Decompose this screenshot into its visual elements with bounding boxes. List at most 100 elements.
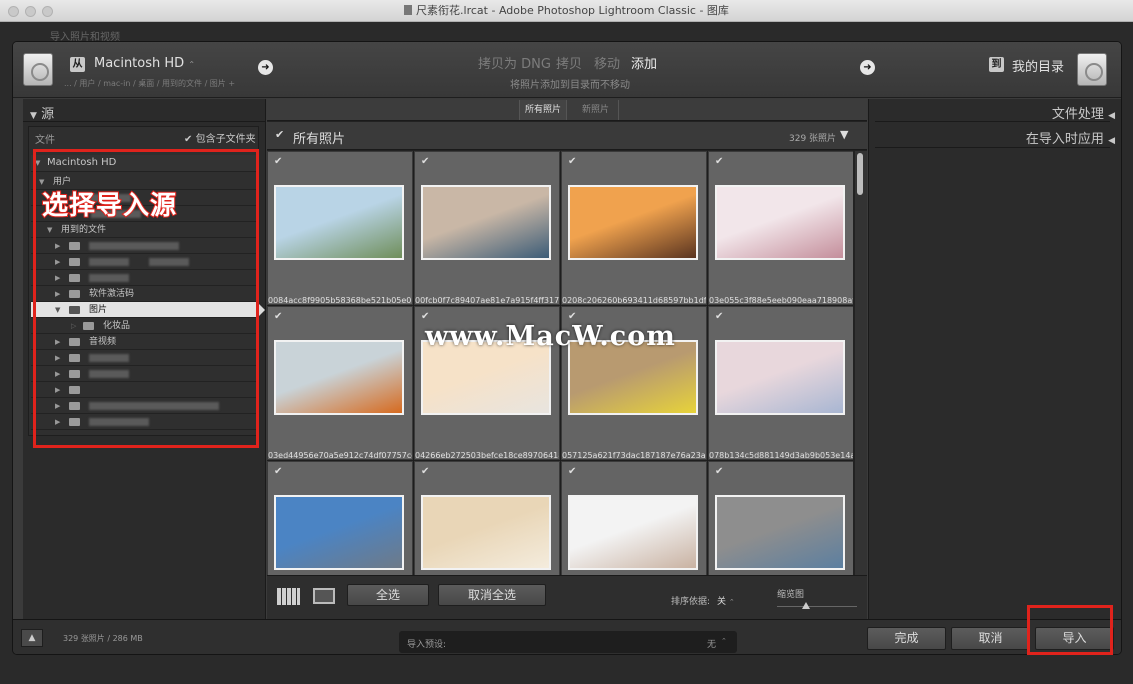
- close-window-button[interactable]: [8, 6, 19, 17]
- photo-filename: 057125a621f73dac187187e76a23a4e7.jpg: [562, 451, 706, 460]
- photo-thumbnail[interactable]: [421, 185, 551, 260]
- arrow-right-icon: ➜: [258, 60, 273, 75]
- grid-scrollbar-thumb[interactable]: [857, 153, 863, 195]
- deselect-all-button[interactable]: 取消全选: [438, 584, 546, 606]
- import-summary: 329 张照片 / 286 MB: [63, 634, 143, 643]
- source-drive-icon: [23, 53, 53, 86]
- photo-checkbox[interactable]: ✔: [568, 156, 576, 167]
- photo-thumbnail[interactable]: [274, 185, 404, 260]
- grid-scrollbar[interactable]: [855, 151, 867, 575]
- zoom-window-button[interactable]: [42, 6, 53, 17]
- photo-thumbnail[interactable]: [568, 495, 698, 570]
- import-footer: ▲ 329 张照片 / 286 MB 导入预设: 无 ⌃ 完成 取消 导入: [13, 619, 1121, 654]
- annotation-label: 选择导入源: [41, 190, 178, 222]
- photo-checkbox[interactable]: ✔: [421, 466, 429, 477]
- photo-thumbnail[interactable]: [421, 495, 551, 570]
- document-icon: [404, 5, 413, 15]
- mode-description: 将照片添加到目录而不移动: [510, 80, 630, 91]
- photo-thumbnail[interactable]: [715, 340, 845, 415]
- grid-view-icon[interactable]: [277, 588, 300, 605]
- photo-thumbnail[interactable]: [715, 495, 845, 570]
- grid-header: ✔ 所有照片 329 张照片 ▼: [267, 122, 867, 150]
- photo-cell[interactable]: ✔ 03e055c3f88e5eeb090eaa718908af0e.jpg: [708, 151, 853, 305]
- arrow-right-icon: ➜: [860, 60, 875, 75]
- photo-checkbox[interactable]: ✔: [274, 311, 282, 322]
- divider: [875, 121, 1110, 122]
- grid-header-title: 所有照片: [293, 132, 346, 147]
- annotation-import-box: [1027, 605, 1113, 655]
- photo-cell[interactable]: ✔: [708, 461, 853, 575]
- photo-cell[interactable]: ✔ 0084acc8f9905b58368be521b05e05c5.jpg: [267, 151, 413, 305]
- divider: [23, 121, 266, 122]
- photo-cell[interactable]: ✔ 0208c206260b693411d68597bb1dfdec.jpg: [561, 151, 707, 305]
- slider-thumb[interactable]: [802, 602, 810, 609]
- photo-checkbox[interactable]: ✔: [568, 466, 576, 477]
- divider: [875, 147, 1110, 148]
- watermark: www.MacW.com: [425, 321, 676, 352]
- photo-filename: 0208c206260b693411d68597bb1dfdec.jpg: [562, 296, 706, 305]
- cancel-button[interactable]: 取消: [951, 627, 1030, 650]
- triangle-down-icon[interactable]: ▼: [840, 128, 848, 141]
- photo-checkbox[interactable]: ✔: [421, 156, 429, 167]
- photo-filename: 03ed44956e70a5e912c74df07757cec9.jpg: [268, 451, 412, 460]
- preset-label: 导入预设:: [407, 640, 447, 650]
- photo-cell[interactable]: ✔: [561, 461, 707, 575]
- loupe-view-icon[interactable]: [313, 588, 335, 604]
- triangle-down-icon: ▼: [30, 111, 37, 121]
- file-handling-label: 文件处理: [1051, 107, 1104, 122]
- photo-checkbox[interactable]: ✔: [274, 466, 282, 477]
- photo-cell[interactable]: ✔ 078b134c5d881149d3ab9b053e14a74d.jpg: [708, 306, 853, 460]
- include-subfolders-checkbox[interactable]: ✔ 包含子文件夹: [184, 130, 256, 145]
- mode-copy-dng[interactable]: 拷贝为 DNG: [478, 53, 551, 72]
- photo-cell[interactable]: ✔ 00fcb0f7c89407ae81e7a915f4ff3176.jpg: [414, 151, 560, 305]
- import-preset-selector[interactable]: 导入预设: 无 ⌃: [399, 631, 737, 653]
- collapse-toggle-icon[interactable]: ▲: [21, 629, 43, 647]
- sort-selector[interactable]: 关 ⌃: [717, 594, 735, 607]
- filter-tabs: 所有照片 新照片: [267, 99, 867, 121]
- source-panel-header[interactable]: ▼ 源: [30, 103, 54, 122]
- checkmark-icon: ✔: [184, 134, 193, 145]
- source-selector[interactable]: Macintosh HD ⌃: [94, 56, 195, 71]
- source-panel-title: 源: [41, 107, 55, 122]
- chevron-updown-icon: ⌃: [728, 598, 735, 606]
- thumbnail-size-slider[interactable]: [777, 606, 857, 607]
- destination-drive-icon: [1077, 53, 1107, 86]
- include-subfolders-label: 包含子文件夹: [195, 134, 256, 145]
- chevron-updown-icon: ⌃: [188, 60, 196, 69]
- apply-during-import-header[interactable]: 在导入时应用 ◀: [1026, 128, 1115, 147]
- photo-cell[interactable]: ✔: [414, 461, 560, 575]
- photo-filename: 04266eb272503befce18ce8970641832.jpg: [415, 451, 559, 460]
- chevron-updown-icon: ⌃: [721, 637, 727, 645]
- destination-name[interactable]: 我的目录: [1012, 56, 1064, 75]
- grid-toolbar: 全选 取消全选 排序依据: 关 ⌃ 缩览图: [267, 575, 867, 619]
- selection-arrow-icon: [259, 304, 265, 316]
- file-handling-header[interactable]: 文件处理 ◀: [1052, 103, 1115, 122]
- mode-add[interactable]: 添加: [631, 53, 657, 72]
- tab-new-photos[interactable]: 新照片: [573, 100, 619, 120]
- to-badge: 到: [989, 57, 1004, 72]
- photo-thumbnail[interactable]: [568, 185, 698, 260]
- sort-value: 关: [717, 597, 727, 607]
- photo-checkbox[interactable]: ✔: [274, 156, 282, 167]
- photo-thumbnail[interactable]: [715, 185, 845, 260]
- select-all-button[interactable]: 全选: [347, 584, 429, 606]
- photo-checkbox[interactable]: ✔: [715, 311, 723, 322]
- photo-cell[interactable]: ✔: [267, 461, 413, 575]
- files-label: 文件: [35, 135, 55, 146]
- tab-all-photos[interactable]: 所有照片: [519, 100, 567, 120]
- window-title: 尺素衔花.lrcat - Adobe Photoshop Lightroom C…: [416, 4, 729, 17]
- preset-value: 无: [707, 640, 717, 650]
- photo-checkbox[interactable]: ✔: [715, 466, 723, 477]
- minimize-window-button[interactable]: [25, 6, 36, 17]
- select-all-checkbox[interactable]: ✔: [275, 128, 284, 141]
- photo-cell[interactable]: ✔ 03ed44956e70a5e912c74df07757cec9.jpg: [267, 306, 413, 460]
- photo-thumbnail[interactable]: [274, 340, 404, 415]
- photo-checkbox[interactable]: ✔: [715, 156, 723, 167]
- photo-thumbnail[interactable]: [274, 495, 404, 570]
- photo-grid: ✔ 0084acc8f9905b58368be521b05e05c5.jpg ✔ 00…: [267, 151, 853, 575]
- mode-copy[interactable]: 拷贝: [556, 53, 582, 72]
- destination-panel: 文件处理 ◀ 在导入时应用 ◀: [868, 99, 1121, 619]
- from-badge: 从: [70, 57, 85, 72]
- mode-move[interactable]: 移动: [594, 53, 620, 72]
- done-button[interactable]: 完成: [867, 627, 946, 650]
